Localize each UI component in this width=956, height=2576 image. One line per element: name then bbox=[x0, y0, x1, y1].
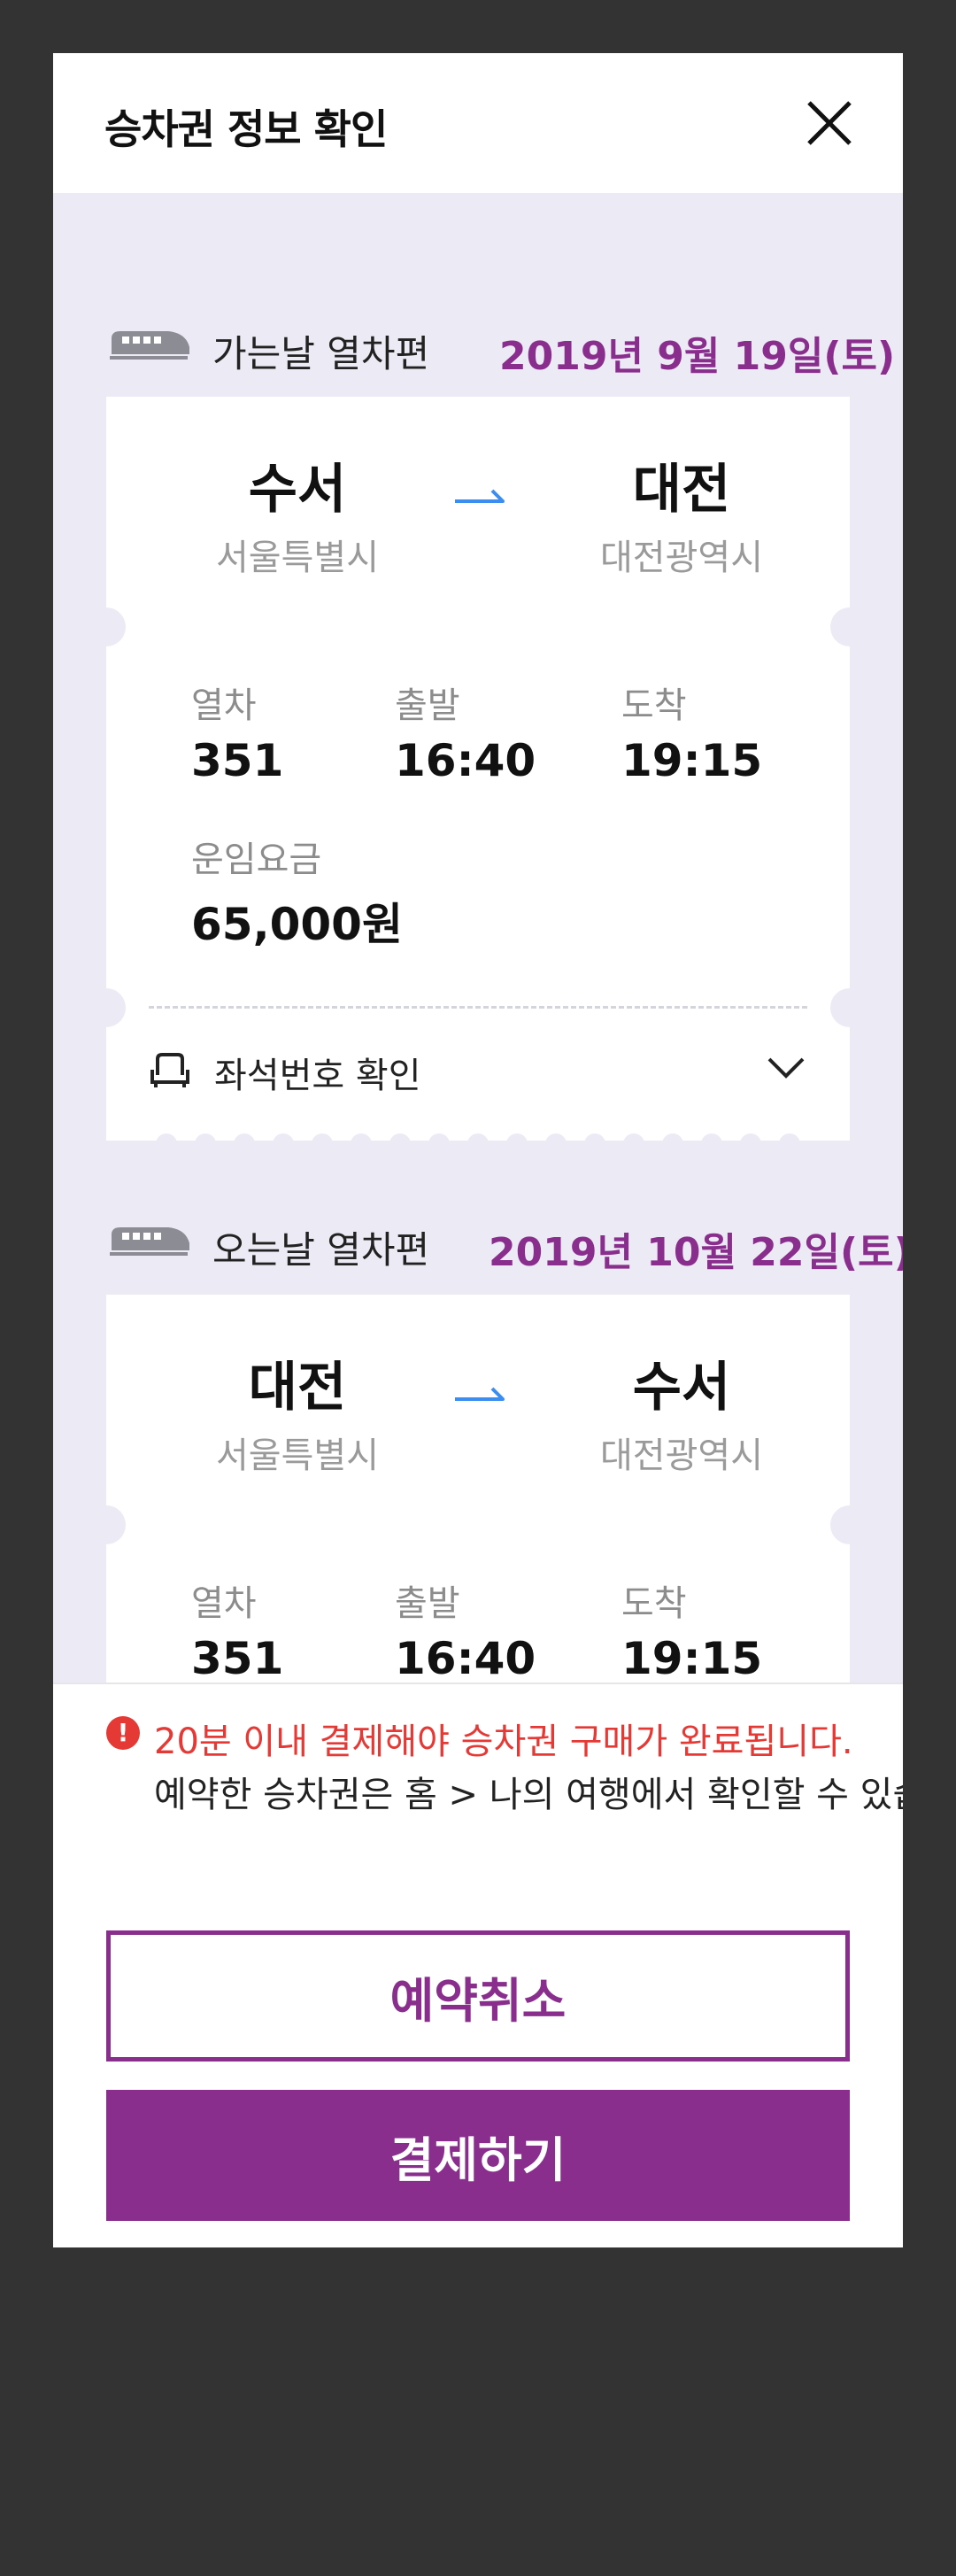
return-ticket-card: 대전 서울특별시 수서 대전광역시 열차 351 출발 16:40 도착 19:… bbox=[87, 1295, 869, 1736]
close-icon[interactable] bbox=[800, 94, 859, 152]
departure-station: 대전 서울특별시 bbox=[165, 1344, 430, 1478]
my-trips-link[interactable]: 홈 > 나의 여행 bbox=[405, 1775, 631, 1815]
outbound-date: 2019년 9월 19일(토) bbox=[499, 334, 896, 379]
departure-time: 출발 16:40 bbox=[395, 1583, 536, 1684]
modal-title: 승차권 정보 확인 bbox=[104, 105, 388, 153]
arrival-time: 도착 19:15 bbox=[621, 1583, 763, 1684]
departure-station-city: 서울특별시 bbox=[216, 1435, 379, 1476]
return-header: 오는날 열차편 2019년 10월 22일(토) bbox=[53, 1206, 903, 1277]
seat-number-label: 좌석번호 확인 bbox=[214, 1056, 421, 1096]
ticket-notch bbox=[830, 607, 869, 646]
outbound-label: 가는날 열차편 bbox=[212, 332, 430, 375]
arrival-station-name: 대전 bbox=[632, 459, 731, 521]
ticket-notch bbox=[87, 1505, 126, 1544]
payment-deadline-warning: 20분 이내 결제해야 승차권 구매가 완료됩니다. bbox=[154, 1721, 853, 1762]
arrival-station-city: 대전광역시 bbox=[600, 1435, 763, 1476]
seat-number-toggle[interactable]: 좌석번호 확인 bbox=[106, 1022, 850, 1119]
arrival-time: 도착 19:15 bbox=[621, 685, 763, 786]
ticket-notch bbox=[87, 607, 126, 646]
modal-header: 승차권 정보 확인 bbox=[53, 53, 903, 193]
arrival-station-name: 수서 bbox=[632, 1357, 731, 1419]
return-date: 2019년 10월 22일(토) bbox=[489, 1230, 903, 1275]
departure-station: 수서 서울특별시 bbox=[165, 446, 430, 580]
train-number: 열차 351 bbox=[191, 685, 284, 786]
outbound-header: 가는날 열차편 2019년 9월 19일(토) bbox=[53, 310, 903, 381]
departure-time: 출발 16:40 bbox=[395, 685, 536, 786]
arrival-station: 대전 대전광역시 bbox=[549, 446, 814, 580]
departure-station-name: 대전 bbox=[248, 1357, 347, 1419]
departure-station-name: 수서 bbox=[248, 459, 347, 521]
ticket-perforation bbox=[156, 1133, 800, 1144]
train-icon bbox=[110, 331, 189, 360]
chevron-down-icon bbox=[767, 1057, 805, 1079]
arrow-right-icon bbox=[455, 1387, 505, 1401]
departure-station-city: 서울특별시 bbox=[216, 538, 379, 578]
fare: 운임요금 65,000원 bbox=[191, 839, 403, 950]
ticket-confirm-modal: 승차권 정보 확인 가는날 열차편 2019년 9월 19일(토) 수서 서울특… bbox=[53, 53, 903, 2247]
train-number: 열차 351 bbox=[191, 1583, 284, 1684]
bottom-action-panel: ! 20분 이내 결제해야 승차권 구매가 완료됩니다. 예약한 승차권은 홈 … bbox=[53, 1683, 903, 2247]
cancel-reservation-button[interactable]: 예약취소 bbox=[106, 1930, 850, 2062]
outbound-ticket-card: 수서 서울특별시 대전 대전광역시 열차 351 출발 16:40 도착 19:… bbox=[87, 397, 869, 1144]
arrival-station: 수서 대전광역시 bbox=[549, 1344, 814, 1478]
warning-icon: ! bbox=[106, 1716, 140, 1750]
seat-icon bbox=[150, 1053, 189, 1087]
ticket-location-notice: 예약한 승차권은 홈 > 나의 여행에서 확인할 수 있습니다. bbox=[154, 1775, 903, 1815]
arrow-right-icon bbox=[455, 489, 505, 503]
ticket-divider bbox=[149, 1006, 807, 1009]
ticket-notch bbox=[830, 1505, 869, 1544]
train-icon bbox=[110, 1227, 189, 1256]
arrival-station-city: 대전광역시 bbox=[600, 538, 763, 578]
ticket-list[interactable]: 가는날 열차편 2019년 9월 19일(토) 수서 서울특별시 대전 대전광역… bbox=[53, 193, 903, 1736]
return-label: 오는날 열차편 bbox=[212, 1228, 430, 1272]
pay-button[interactable]: 결제하기 bbox=[106, 2090, 850, 2221]
